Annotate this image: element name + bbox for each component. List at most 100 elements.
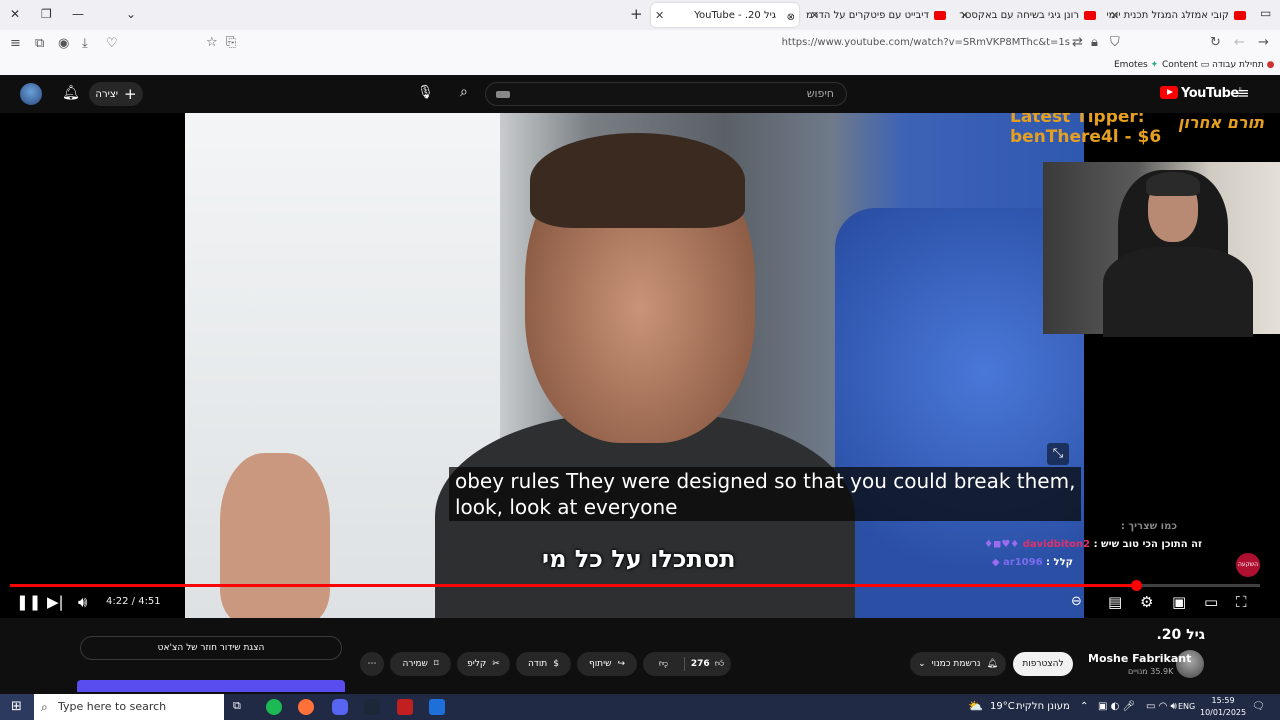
user-avatar[interactable] — [20, 83, 42, 105]
chat-replay-button[interactable]: הצגת שידור חוזר של הצ'אט — [80, 636, 342, 660]
photoshop-icon[interactable] — [429, 699, 445, 715]
search-input[interactable]: חיפוש — [485, 82, 847, 106]
subscriber-count: 35.9K מנויים — [1128, 667, 1174, 676]
streamer-webcam — [1043, 162, 1280, 337]
pause-icon[interactable]: ❚❚ — [16, 593, 41, 611]
microphone-icon[interactable]: 🎙︎ — [417, 85, 434, 100]
theater-mode-icon[interactable]: ▭ — [1204, 593, 1218, 611]
tab[interactable]: ✕ דיבייט עם פיטקרים על הדרמה, כ — [806, 4, 946, 26]
channel-name[interactable]: Moshe Fabrikant — [1088, 652, 1191, 665]
tab-list-chevron-icon[interactable]: ⌄ — [126, 7, 136, 21]
share-label: שיתוף — [588, 659, 612, 669]
pocket-icon[interactable]: ♡ — [106, 37, 118, 51]
bookmark-content[interactable]: Content ▭ — [1162, 60, 1209, 70]
task-view-icon[interactable]: ⧉ — [233, 699, 249, 715]
subscribed-button[interactable]: 🔔︎ נרשמת כמנוי ⌄ — [910, 652, 1006, 676]
youtube-logo[interactable]: YouTubeIL — [1160, 86, 1243, 101]
time-display: 4:22 / 4:51 — [106, 596, 161, 607]
tipper-name: benThere4l - $6 — [1010, 127, 1162, 147]
tab-favicon-icon: ⊗ — [786, 11, 795, 23]
restore-window-icon[interactable]: ❐ — [41, 7, 52, 21]
tab-overview-icon[interactable]: ▭ — [1260, 6, 1271, 20]
progress-scrubber[interactable] — [1131, 580, 1143, 591]
tab-bar: ✕ ❐ — ⌄ + ✕ ⊗ גיל 20. - YouTube ✕ דיבייט… — [0, 0, 1280, 30]
save-label: שמירה — [402, 659, 428, 669]
menu-icon[interactable]: ≡ — [10, 37, 21, 51]
spotify-icon[interactable] — [266, 699, 282, 715]
permissions-icon[interactable]: ⇄ — [1072, 36, 1083, 50]
youtube-favicon-icon — [1234, 10, 1246, 20]
close-tab-icon[interactable]: ✕ — [655, 9, 664, 22]
download-icon[interactable]: ⤓ — [82, 37, 88, 51]
bookmark-icon: ⌑ — [433, 659, 439, 669]
notifications-bell-icon[interactable]: 🔔︎ — [62, 85, 80, 101]
progress-bar[interactable] — [10, 580, 1260, 591]
bookmark-emotes[interactable]: Emotes ✦ — [1114, 60, 1158, 70]
hamburger-menu-icon[interactable]: ≡ — [1237, 84, 1250, 102]
miniplayer-expand-icon[interactable]: ⤡ — [1047, 443, 1069, 465]
notifications-icon[interactable]: 🗨︎ — [1252, 701, 1265, 712]
close-window-icon[interactable]: ✕ — [10, 7, 20, 21]
weather-icon: ⛅ — [968, 699, 983, 713]
share-button[interactable]: ↪ שיתוף — [577, 652, 637, 676]
tab[interactable]: ✕ קובי אמזלג המגזל תכנית יומית כ — [1106, 4, 1246, 26]
extensions-icon[interactable]: ⧉ — [35, 37, 44, 51]
back-icon[interactable]: → — [1258, 36, 1269, 50]
search-icon[interactable]: ⌕ — [460, 84, 468, 100]
taskbar-search[interactable]: ⌕ Type here to search — [34, 694, 224, 720]
lock-icon[interactable]: 🔒︎ — [1091, 36, 1098, 50]
keyboard-icon[interactable] — [496, 91, 510, 98]
close-tab-icon[interactable]: ✕ — [810, 9, 819, 22]
discord-icon[interactable] — [332, 699, 348, 715]
close-tab-icon[interactable]: ✕ — [1110, 9, 1119, 22]
language-indicator[interactable]: ENG — [1178, 702, 1195, 711]
weather-desc[interactable]: מעונן חלקית — [1016, 701, 1070, 712]
close-tab-icon[interactable]: ✕ — [960, 9, 969, 22]
tipper-hebrew-label: תורם אחרון — [1178, 113, 1265, 132]
like-button[interactable]: 👍︎ 276 — [685, 659, 731, 669]
miniplayer-icon[interactable]: ▣ — [1172, 593, 1186, 611]
thanks-button[interactable]: $ תודה — [516, 652, 571, 676]
app-icon[interactable] — [397, 699, 413, 715]
search-icon: ⌕ — [41, 700, 48, 714]
tab[interactable]: ✕ רונן גיגי בשיחה עם באקסטר בליי — [956, 4, 1096, 26]
create-button[interactable]: יצירה + — [89, 82, 143, 106]
firefox-icon[interactable] — [298, 699, 314, 715]
start-button[interactable]: ⊞ — [0, 694, 34, 720]
account-icon[interactable]: ◉ — [58, 37, 69, 51]
new-tab-icon[interactable]: + — [630, 5, 643, 23]
bookmark-star-icon[interactable]: ☆ — [206, 36, 218, 50]
tab-label: דיבייט עם פיטקרים על הדרמה, כ — [806, 9, 929, 21]
volume-icon[interactable]: 🔊︎ — [78, 593, 87, 611]
reader-view-icon[interactable]: ⎘ — [226, 36, 236, 50]
share-icon: ↪ — [617, 659, 626, 669]
minimize-window-icon[interactable]: — — [72, 7, 84, 21]
video-player[interactable]: Latest Tipper: benThere4l - $6 תורם אחרו… — [0, 113, 1280, 618]
subtitles-icon[interactable]: ▤ — [1108, 593, 1122, 611]
shield-icon[interactable]: ⛉ — [1110, 36, 1120, 50]
tab-active[interactable]: ✕ ⊗ גיל 20. - YouTube — [651, 3, 799, 27]
settings-gear-icon[interactable]: ⚙ — [1140, 593, 1153, 611]
folder-icon: ▭ — [1200, 60, 1210, 70]
network-icon[interactable]: ▭ ◠ 🔊︎ — [1146, 701, 1177, 712]
more-actions-button[interactable]: ⋯ — [360, 652, 384, 676]
clock[interactable]: 15:59 10/01/2025 — [1200, 695, 1246, 719]
weather-temp[interactable]: 19°C — [990, 701, 1015, 712]
url-field[interactable]: https://www.youtube.com/watch?v=SRmVKP8M… — [240, 34, 1070, 52]
next-video-icon[interactable]: ▶| — [47, 593, 64, 611]
forward-icon[interactable]: ← — [1234, 36, 1245, 50]
tray-icons[interactable]: ▣ ◐ 🎤︎ — [1098, 701, 1135, 712]
taskbar: ⊞ ⌕ Type here to search ⧉ ⛅ 19°C מעונן ח… — [0, 694, 1280, 720]
steam-icon[interactable] — [364, 699, 380, 715]
subtitle-line: look, look at everyone — [455, 495, 678, 519]
save-button[interactable]: ⌑ שמירה — [390, 652, 451, 676]
reload-icon[interactable]: ↻ — [1210, 36, 1221, 50]
tray-chevron-icon[interactable]: ⌃ — [1080, 701, 1088, 712]
clock-time: 15:59 — [1211, 696, 1235, 705]
clip-button[interactable]: ✂ קליפ — [457, 652, 510, 676]
autoplay-toggle-icon[interactable]: ⊖ — [1071, 593, 1082, 611]
join-button[interactable]: להצטרפות — [1013, 652, 1073, 676]
dislike-button[interactable]: 👎︎ — [644, 659, 684, 669]
fullscreen-icon[interactable]: ⛶ — [1236, 593, 1247, 611]
bookmark-work-start[interactable]: תחילת עבודה ● — [1212, 60, 1275, 70]
